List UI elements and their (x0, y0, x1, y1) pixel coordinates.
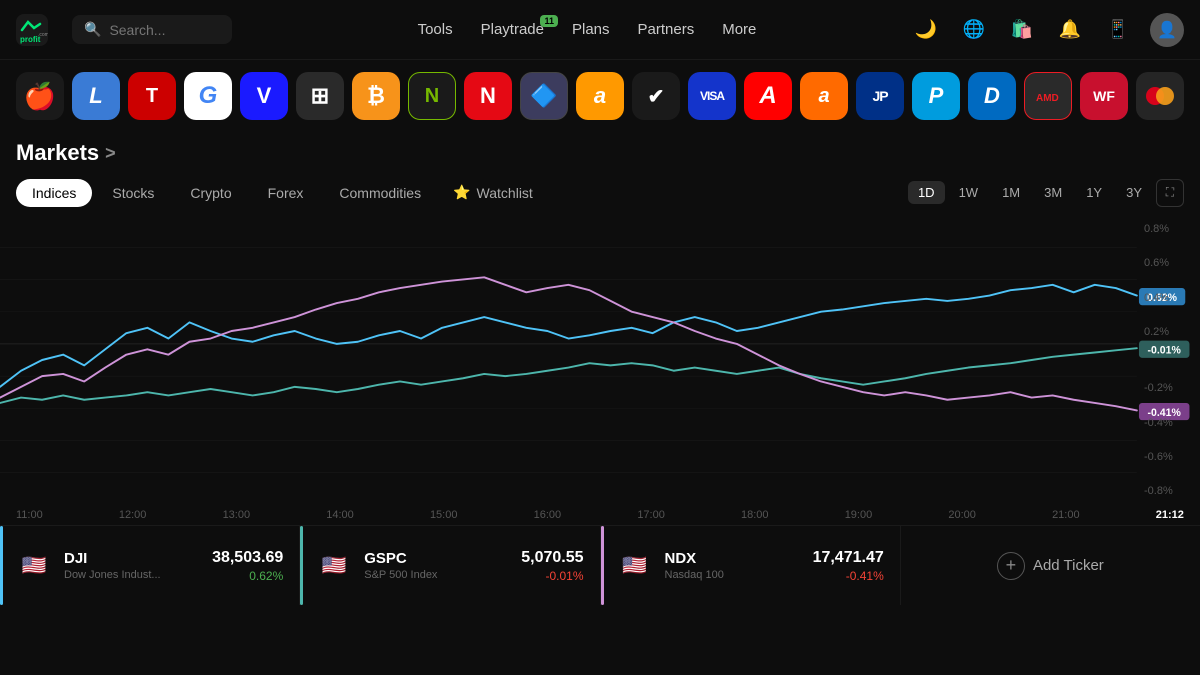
ticker-jpm[interactable]: JP (856, 72, 904, 120)
markets-arrow[interactable]: > (105, 143, 116, 164)
ticker-btc[interactable]: ₿ (352, 72, 400, 120)
svg-text:AMD: AMD (1036, 93, 1059, 104)
time-controls: 1D 1W 1M 3M 1Y 3Y ⛶ (908, 179, 1184, 207)
dji-flag: 🇺🇸 (16, 553, 52, 579)
ticker-v[interactable]: V (240, 72, 288, 120)
market-tabs: Indices Stocks Crypto Forex Commodities … (16, 178, 545, 207)
search-box[interactable]: 🔍 (72, 15, 232, 44)
ticker-cards: 🇺🇸 DJI Dow Jones Indust... 38,503.69 0.6… (0, 525, 1200, 605)
logo[interactable]: profit .com (16, 14, 48, 46)
ndx-price: 17,471.47 -0.41% (813, 549, 884, 583)
ticker-dis[interactable]: D (968, 72, 1016, 120)
time-3m[interactable]: 3M (1034, 181, 1072, 204)
tab-watchlist[interactable]: ⭐ Watchlist (441, 178, 545, 207)
ticker-adbe[interactable]: A (744, 72, 792, 120)
ticker-baba[interactable]: a (800, 72, 848, 120)
gspc-flag: 🇺🇸 (316, 553, 352, 579)
ticker-eth[interactable]: 🔷 (520, 72, 568, 120)
ticker-amzn[interactable]: a (576, 72, 624, 120)
shopping-icon[interactable]: 🛍️ (1006, 14, 1038, 46)
ticker-goog[interactable]: G (184, 72, 232, 120)
ticker-card-dji[interactable]: 🇺🇸 DJI Dow Jones Indust... 38,503.69 0.6… (0, 526, 300, 605)
svg-text:.com: .com (38, 32, 48, 38)
ndx-flag: 🇺🇸 (617, 553, 653, 579)
add-ticker-icon: + (997, 552, 1025, 580)
nav-tools[interactable]: Tools (418, 21, 453, 38)
ticker-card-gspc[interactable]: 🇺🇸 GSPC S&P 500 Index 5,070.55 -0.01% (300, 526, 600, 605)
time-1m[interactable]: 1M (992, 181, 1030, 204)
ticker-visa[interactable]: VISA (688, 72, 736, 120)
playtrade-badge: 11 (540, 15, 558, 27)
ticker-pypl[interactable]: P (912, 72, 960, 120)
ticker-aapl[interactable]: 🍎 (16, 72, 64, 120)
tabs-row: Indices Stocks Crypto Forex Commodities … (16, 178, 1184, 207)
ticker-ltc[interactable]: L (72, 72, 120, 120)
gspc-info: GSPC S&P 500 Index (364, 550, 509, 581)
star-icon: ⭐ (453, 184, 470, 201)
tab-forex[interactable]: Forex (252, 179, 320, 207)
fullscreen-button[interactable]: ⛶ (1156, 179, 1184, 207)
chart-svg: 0.62% -0.01% -0.41% (0, 215, 1200, 505)
markets-title: Markets > (16, 140, 1184, 166)
header-actions: 🌙 🌐 🛍️ 🔔 📱 👤 (910, 13, 1184, 47)
search-icon: 🔍 (84, 21, 101, 38)
time-1d[interactable]: 1D (908, 181, 945, 204)
ticker-msft[interactable]: ⊞ (296, 72, 344, 120)
mobile-icon[interactable]: 📱 (1102, 14, 1134, 46)
tab-crypto[interactable]: Crypto (174, 179, 247, 207)
time-3y[interactable]: 3Y (1116, 181, 1152, 204)
chart-y-labels: 0.8% 0.6% 0.4% 0.2% -0.2% -0.4% -0.6% -0… (1140, 215, 1200, 505)
nav-playtrade[interactable]: Playtrade 11 (481, 21, 544, 38)
ticker-nflx[interactable]: N (464, 72, 512, 120)
dji-info: DJI Dow Jones Indust... (64, 550, 200, 581)
tab-commodities[interactable]: Commodities (323, 179, 437, 207)
ticker-nke[interactable]: ✔ (632, 72, 680, 120)
header: profit .com 🔍 Tools Playtrade 11 Plans P… (0, 0, 1200, 60)
ticker-nvda[interactable]: N (408, 72, 456, 120)
add-ticker-card[interactable]: + Add Ticker (901, 526, 1200, 605)
ticker-wf[interactable]: WF (1080, 72, 1128, 120)
ticker-amd[interactable]: AMD (1024, 72, 1072, 120)
search-input[interactable] (109, 22, 220, 38)
nav-plans[interactable]: Plans (572, 21, 610, 38)
globe-icon[interactable]: 🌐 (958, 14, 990, 46)
logo-icon: profit .com (16, 14, 48, 46)
time-1y[interactable]: 1Y (1076, 181, 1112, 204)
ndx-info: NDX Nasdaq 100 (665, 550, 801, 581)
chart-x-labels: 11:00 12:00 13:00 14:00 15:00 16:00 17:0… (0, 505, 1200, 525)
chart-container: 0.62% -0.01% -0.41% 0.8% 0.6% 0.4% 0.2% … (0, 215, 1200, 505)
dji-bar (0, 526, 3, 605)
avatar[interactable]: 👤 (1150, 13, 1184, 47)
markets-section: Markets > Indices Stocks Crypto Forex Co… (0, 132, 1200, 207)
time-1w[interactable]: 1W (949, 181, 989, 204)
dji-price: 38,503.69 0.62% (212, 549, 283, 583)
gspc-price: 5,070.55 -0.01% (521, 549, 583, 583)
nav-bar: Tools Playtrade 11 Plans Partners More (264, 21, 910, 38)
ticker-tsla[interactable]: T (128, 72, 176, 120)
ticker-card-ndx[interactable]: 🇺🇸 NDX Nasdaq 100 17,471.47 -0.41% (601, 526, 901, 605)
nav-partners[interactable]: Partners (638, 21, 695, 38)
tab-stocks[interactable]: Stocks (96, 179, 170, 207)
tickers-bar: 🍎 L T G V ⊞ ₿ N N 🔷 a ✔ VISA A a JP P D … (0, 60, 1200, 132)
bell-icon[interactable]: 🔔 (1054, 14, 1086, 46)
ticker-mc[interactable] (1136, 72, 1184, 120)
ndx-bar (601, 526, 604, 605)
tab-indices[interactable]: Indices (16, 179, 92, 207)
nav-more[interactable]: More (722, 21, 756, 38)
dark-mode-icon[interactable]: 🌙 (910, 14, 942, 46)
gspc-bar (300, 526, 303, 605)
